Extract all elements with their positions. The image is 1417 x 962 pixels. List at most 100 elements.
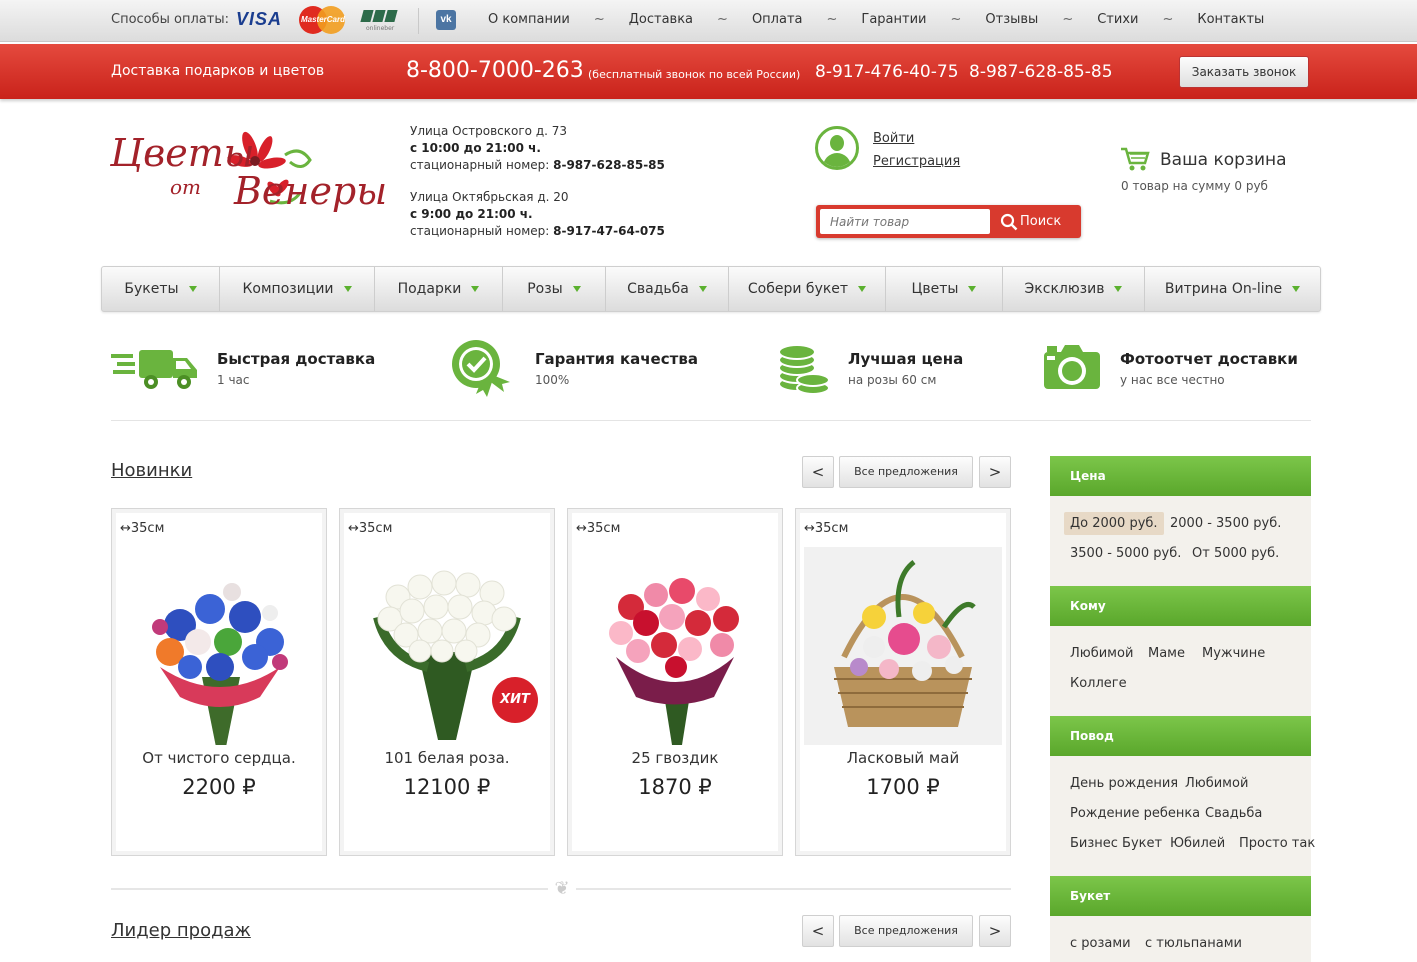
payment-methods-label: Способы оплаты: [111, 12, 229, 27]
chevron-down-icon [471, 286, 480, 292]
vk-icon[interactable]: vk [436, 10, 456, 30]
size-label: ↔35см [804, 521, 849, 536]
nav-guarantees[interactable]: Гарантии [861, 12, 926, 27]
nav-poems[interactable]: Стихи [1097, 12, 1138, 27]
product-price: 1700 ₽ [866, 775, 940, 799]
menu-wedding[interactable]: Свадьба [606, 267, 729, 311]
filter-occasion-option[interactable]: Просто так [1239, 836, 1315, 851]
next-arrow-button[interactable]: > [979, 915, 1011, 947]
phone-3[interactable]: 8-987-628-85-85 [969, 62, 1113, 82]
prev-arrow-button[interactable]: < [802, 456, 834, 488]
menu-bouquets[interactable]: Букеты [102, 267, 220, 311]
filter-whom: Любимой Маме Мужчине Коллеге [1050, 626, 1311, 716]
filter-occasion: День рождения Любимой Рождение ребенка С… [1050, 756, 1315, 876]
phone-2[interactable]: 8-917-476-40-75 [815, 62, 959, 82]
filter-price-option[interactable]: До 2000 руб. [1064, 512, 1164, 535]
filter-price-option[interactable]: 2000 - 3500 руб. [1170, 516, 1281, 531]
filter-occasion-option[interactable]: Бизнес Букет [1070, 836, 1162, 851]
filter-occasion-option[interactable]: Свадьба [1205, 806, 1262, 821]
cart-icon[interactable] [1120, 146, 1150, 172]
menu-flowers[interactable]: Цветы [886, 267, 1003, 311]
filter-occasion-title: Повод [1050, 716, 1311, 756]
menu-roses[interactable]: Розы [503, 267, 606, 311]
nav-contacts[interactable]: Контакты [1197, 12, 1264, 27]
menu-gifts[interactable]: Подарки [375, 267, 503, 311]
product-card[interactable]: ↔35см ХИТ 101 белая роза. 12100 ₽ [339, 508, 555, 856]
filter-whom-option[interactable]: Маме [1148, 646, 1185, 661]
filter-bouquet-option[interactable]: с тюльпанами [1145, 936, 1242, 951]
menu-showcase-online[interactable]: Витрина On-line [1145, 267, 1320, 311]
product-name[interactable]: От чистого сердца. [112, 749, 326, 767]
menu-exclusive[interactable]: Эксклюзив [1003, 267, 1145, 311]
product-image[interactable] [576, 547, 774, 745]
register-link[interactable]: Регистрация [873, 154, 960, 169]
filter-occasion-option[interactable]: Любимой [1185, 776, 1248, 791]
cart-summary: 0 товар на сумму 0 руб [1121, 179, 1268, 193]
logo-text-2: от [170, 175, 202, 199]
size-label: ↔35см [576, 521, 621, 536]
request-call-button[interactable]: Заказать звонок [1179, 56, 1309, 88]
divider [418, 8, 419, 34]
search-button[interactable]: Поиск [996, 205, 1081, 238]
filter-price-option[interactable]: 3500 - 5000 руб. [1070, 546, 1181, 561]
search-box: Поиск [816, 205, 1081, 238]
all-offers-button[interactable]: Все предложения [839, 915, 973, 947]
section-title-bestsellers[interactable]: Лидер продаж [111, 920, 251, 941]
onlinebank-logo: onlineber [360, 7, 404, 35]
chevron-down-icon [188, 286, 197, 292]
camera-icon [1044, 345, 1100, 389]
address-2: Улица Октябрьская д. 20 с 9:00 до 21:00 … [410, 190, 665, 238]
product-image[interactable] [804, 547, 1002, 745]
logo[interactable]: Цветы от Венеры [110, 125, 387, 225]
filter-bouquet-title: Букет [1050, 876, 1311, 916]
product-card[interactable]: ↔35см От чистого сердца. 2200 ₽ [111, 508, 327, 856]
product-price: 2200 ₽ [182, 775, 256, 799]
menu-build-bouquet[interactable]: Собери букет [729, 267, 886, 311]
mastercard-logo: MasterCard [299, 6, 345, 34]
section-title-new[interactable]: Новинки [111, 460, 192, 481]
filter-bouquet-option[interactable]: с розами [1070, 936, 1131, 951]
visa-logo: VISA [236, 9, 283, 29]
product-image[interactable] [120, 547, 318, 745]
chevron-down-icon [1114, 286, 1123, 292]
filter-price: До 2000 руб. 2000 - 3500 руб. 3500 - 500… [1050, 496, 1311, 586]
product-name[interactable]: 25 гвоздик [568, 749, 782, 767]
product-card[interactable]: ↔35см Ласковый май 1700 ₽ [795, 508, 1011, 856]
search-icon [1000, 213, 1018, 231]
nav-payment[interactable]: Оплата [752, 12, 803, 27]
feature-photo-report: Фотоотчет доставки у нас все честно [1043, 340, 1311, 400]
cart-title[interactable]: Ваша корзина [1160, 150, 1287, 170]
chevron-down-icon [572, 286, 581, 292]
logo-text-3: Венеры [234, 169, 388, 213]
nav-about[interactable]: О компании [488, 12, 570, 27]
filter-whom-option[interactable]: Коллеге [1070, 676, 1127, 691]
product-card[interactable]: ↔35см 25 гвоздик 1870 ₽ [567, 508, 783, 856]
product-name[interactable]: Ласковый май [796, 749, 1010, 767]
filter-bouquet: с розами с тюльпанами [1050, 916, 1311, 962]
all-offers-button[interactable]: Все предложения [839, 456, 973, 488]
menu-compositions[interactable]: Композиции [220, 267, 375, 311]
nav-reviews[interactable]: Отзывы [985, 12, 1038, 27]
filter-occasion-option[interactable]: День рождения [1070, 776, 1178, 791]
nav-delivery[interactable]: Доставка [629, 12, 693, 27]
product-name[interactable]: 101 белая роза. [340, 749, 554, 767]
main-phone[interactable]: 8-800-7000-263 [406, 58, 584, 83]
next-arrow-button[interactable]: > [979, 456, 1011, 488]
filter-whom-option[interactable]: Мужчине [1202, 646, 1265, 661]
hit-badge: ХИТ [492, 677, 538, 723]
filter-price-option[interactable]: От 5000 руб. [1192, 546, 1279, 561]
size-label: ↔35см [120, 521, 165, 536]
login-link[interactable]: Войти [873, 131, 914, 146]
prev-arrow-button[interactable]: < [802, 915, 834, 947]
feature-fast-delivery: Быстрая доставка 1 час [111, 340, 411, 400]
search-input[interactable] [820, 209, 990, 234]
user-icon[interactable] [815, 126, 859, 170]
feature-best-price: Лучшая цена на розы 60 см [777, 340, 1007, 400]
coins-icon [778, 344, 830, 395]
filter-occasion-option[interactable]: Юбилей [1170, 836, 1225, 851]
ornament-icon: ❦ [548, 878, 576, 902]
filter-whom-option[interactable]: Любимой [1070, 646, 1133, 661]
chevron-down-icon [968, 286, 977, 292]
product-price: 12100 ₽ [403, 775, 491, 799]
filter-occasion-option[interactable]: Рождение ребенка [1070, 806, 1200, 821]
